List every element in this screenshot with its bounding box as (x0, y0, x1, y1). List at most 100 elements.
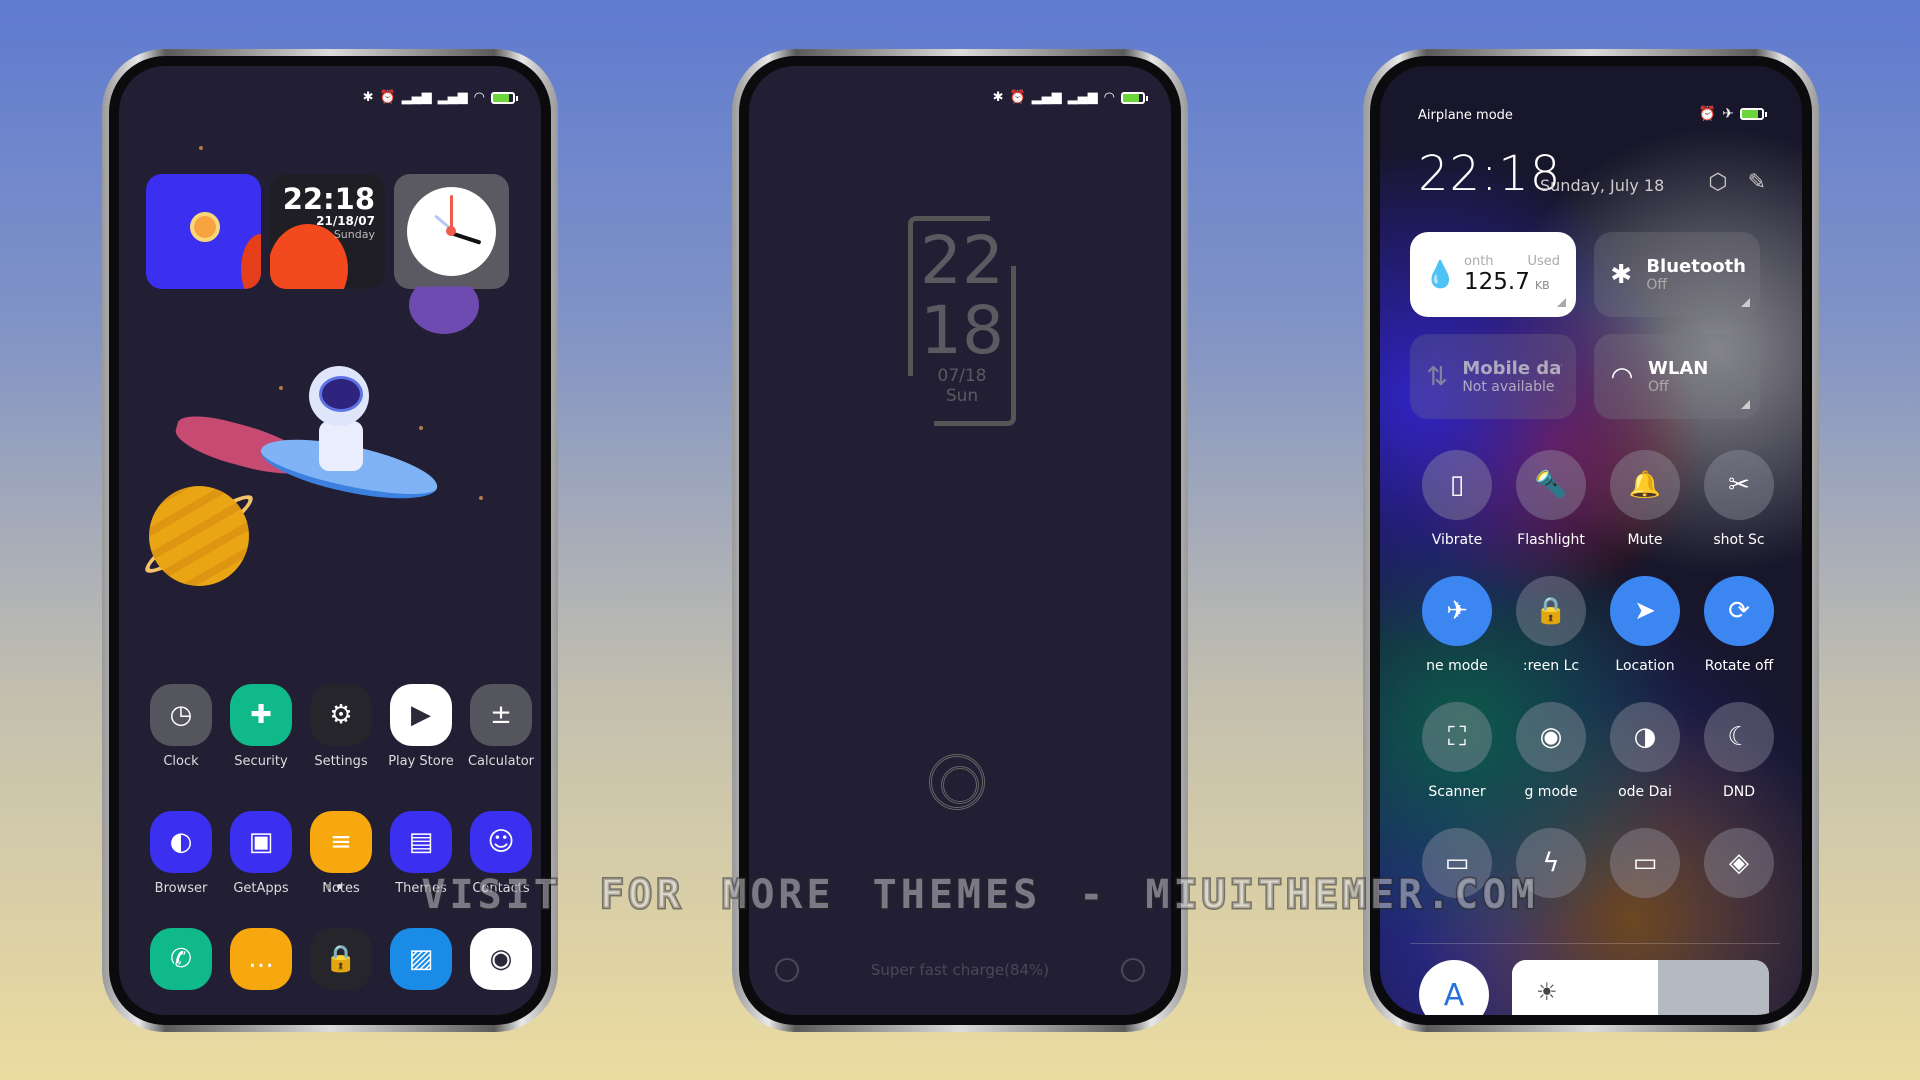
bluetooth-icon: ✱ (992, 90, 1004, 105)
lock-minute: 18 (920, 292, 1004, 369)
wlan-status: Off (1648, 379, 1669, 395)
status-bar: ✱ ⏰ ▂▄▆ ▂▄▆ ◠ (362, 90, 518, 105)
notes-icon: ≡ (310, 811, 372, 873)
carrier-status: Airplane mode (1418, 108, 1513, 123)
auto-brightness-button[interactable]: A (1419, 960, 1489, 1015)
clock-icon: ◷ (150, 684, 212, 746)
alarm-icon: ⏰ (379, 90, 396, 105)
dark-mode-icon: ◑ (1610, 702, 1680, 772)
app-clock[interactable]: ◷ Clock (141, 684, 221, 769)
toggle-flashlight[interactable]: 🔦 Flashlight (1504, 450, 1598, 548)
expand-icon[interactable] (1557, 298, 1566, 307)
toggle-label: shot Sc (1713, 532, 1765, 548)
app-play-store[interactable]: ▶ Play Store (381, 684, 461, 769)
airplane-icon: ✈ (1422, 576, 1492, 646)
lock-clock: 22 18 07/18 Sun (908, 216, 1016, 426)
bluetooth-tile[interactable]: ✱ Bluetooth Off (1594, 232, 1760, 317)
settings-icon[interactable]: ⬡ (1708, 170, 1727, 195)
calculator-icon: ± (470, 684, 532, 746)
toggle-label: Location (1615, 658, 1675, 674)
watermark: VISIT FOR MORE THEMES - MIUITHEMER.COM (420, 871, 1539, 920)
water-drop-icon: 💧 (1424, 259, 1457, 290)
data-used-label: Used (1527, 254, 1560, 269)
toggle-label: DND (1722, 784, 1756, 800)
star-decoration (419, 426, 423, 430)
clock-center (446, 226, 456, 236)
planet-decoration (241, 234, 261, 289)
mobile-data-title: Mobile dat (1462, 358, 1562, 379)
app-settings[interactable]: ⚙ Settings (301, 684, 381, 769)
app-app-lock-icon[interactable]: 🔒 (301, 928, 381, 990)
scanner-icon: ⛶ (1422, 702, 1492, 772)
time-widget[interactable]: 22:18 21/18/07 Sunday (270, 174, 385, 289)
status-bar: ✱ ⏰ ▂▄▆ ▂▄▆ ◠ (992, 90, 1148, 105)
toggle-moon[interactable]: ☾ DND (1692, 702, 1786, 800)
astronaut-visor-decoration (319, 376, 363, 412)
saturn-decoration (149, 486, 249, 586)
fingerprint-icon[interactable] (929, 754, 985, 810)
expand-icon[interactable] (1741, 400, 1750, 409)
app-messages-icon[interactable]: … (221, 928, 301, 990)
toggle-label: g mode (1524, 784, 1578, 800)
app-label: Security (234, 754, 288, 769)
toggle-lock-screen[interactable]: 🔒:reen Lc (1504, 576, 1598, 674)
toggle-screenshot[interactable]: ✂ shot Sc (1692, 450, 1786, 548)
app-security[interactable]: ✚ Security (221, 684, 301, 769)
lock-day: Sun (945, 386, 979, 406)
dock: ✆ … 🔒 ▨ ◉ (141, 928, 541, 990)
analog-clock-widget[interactable] (394, 174, 509, 289)
divider (1410, 943, 1780, 944)
signal-icon: ▂▄▆ (437, 90, 468, 105)
brightness-icon: ☀ (1536, 978, 1558, 1006)
status-bar: ⏰ ✈ (1698, 106, 1767, 122)
toggle-label: ne mode (1426, 658, 1488, 674)
bluetooth-icon: ✱ (362, 90, 374, 105)
toggle-bell[interactable]: 🔔 Mute (1598, 450, 1692, 548)
wifi-icon: ◠ (473, 90, 485, 105)
toggle-rotate-lock[interactable]: ⟳ Rotate off (1692, 576, 1786, 674)
star-decoration (199, 146, 203, 150)
camera-shortcut-icon[interactable] (1121, 958, 1145, 982)
expand-icon[interactable] (1741, 298, 1750, 307)
toggle-label: Flashlight (1517, 532, 1585, 548)
mobile-data-tile[interactable]: ⇅ Mobile dat Not available (1410, 334, 1576, 419)
weather-widget[interactable] (146, 174, 261, 289)
app-label: Settings (314, 754, 368, 769)
bluetooth-title: Bluetooth (1646, 256, 1746, 277)
eye-icon: ◉ (1516, 702, 1586, 772)
moon-icon: ☾ (1704, 702, 1774, 772)
clock-face (407, 187, 496, 276)
app-gallery-icon[interactable]: ▨ (381, 928, 461, 990)
battery-icon (491, 91, 518, 104)
charging-status: Super fast charge(84%) (870, 961, 1050, 979)
airplane-icon: ✈ (1722, 106, 1734, 122)
toggle-eye[interactable]: ◉ g mode (1504, 702, 1598, 800)
app-calculator[interactable]: ± Calculator (461, 684, 541, 769)
bell-icon: 🔔 (1610, 450, 1680, 520)
bluetooth-icon: ✱ (1610, 259, 1633, 290)
app-camera-icon[interactable]: ◉ (461, 928, 541, 990)
edit-icon[interactable]: ✎ (1748, 170, 1766, 195)
data-value: 125.7 (1464, 269, 1530, 295)
toggle-scanner[interactable]: ⛶ Scanner (1410, 702, 1504, 800)
toggle-vibrate[interactable]: ▯ Vibrate (1410, 450, 1504, 548)
brightness-slider[interactable]: ☀ (1512, 960, 1769, 1015)
alarm-icon: ⏰ (1698, 106, 1717, 122)
wlan-tile[interactable]: ◠ WLAN Off (1594, 334, 1760, 419)
app-label: Play Store (388, 754, 454, 769)
data-usage-tile[interactable]: 💧 onth Used 125.7 KB (1410, 232, 1576, 317)
browser-icon: ◐ (150, 811, 212, 873)
home-indicator[interactable] (1582, 1003, 1630, 1007)
app-label: Clock (163, 754, 199, 769)
flashlight-icon: 🔦 (1516, 450, 1586, 520)
app-phone-icon[interactable]: ✆ (141, 928, 221, 990)
app-label: Calculator (467, 754, 534, 769)
rotate-lock-icon: ⟳ (1704, 576, 1774, 646)
toggle-location[interactable]: ➤ Location (1598, 576, 1692, 674)
toggle-airplane[interactable]: ✈ ne mode (1410, 576, 1504, 674)
contacts-icon: ☺ (470, 811, 532, 873)
battery-icon (1740, 108, 1767, 120)
data-label: onth (1464, 254, 1494, 269)
toggle-dark-mode[interactable]: ◑ ode Dai (1598, 702, 1692, 800)
toggle-label: :reen Lc (1522, 658, 1580, 674)
